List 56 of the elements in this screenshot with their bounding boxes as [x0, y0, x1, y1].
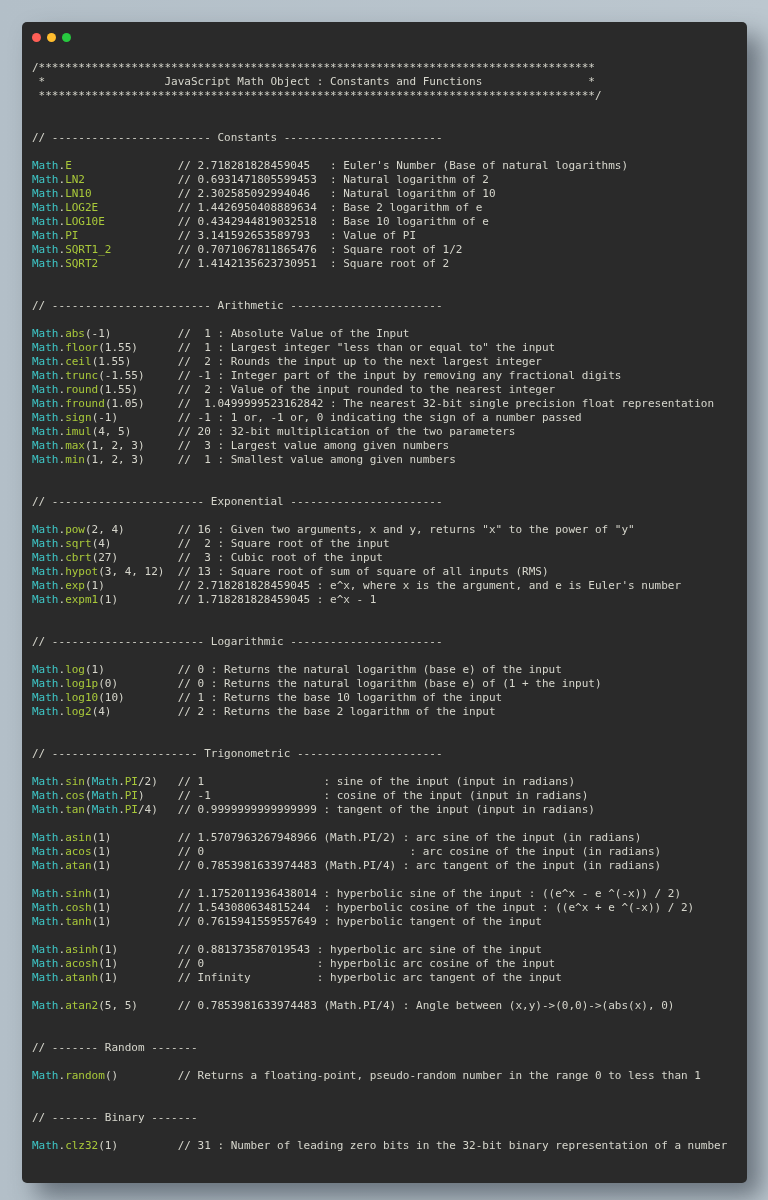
- code-line: Math.log(1) // 0 : Returns the natural logarithm (base e) of the input: [32, 663, 563, 677]
- section-heading: // ------------------------ Arithmetic -----------------------: [32, 299, 444, 313]
- code-line: Math.LOG2E // 1.4426950408889634 : Base 2 logarithm of e: [32, 201, 484, 215]
- code-line: Math.sqrt(4) // 2 : Square root of the input: [32, 537, 391, 551]
- minimize-button[interactable]: [47, 33, 56, 42]
- code-line: Math.atan2(5, 5) // 0.7853981633974483 (Math.PI/4) : Angle between (x,y)->(0,0)->(abs(x), 0): [32, 999, 676, 1013]
- code-line: Math.trunc(-1.55) // -1 : Integer part of the input by removing any fractional digits: [32, 369, 623, 383]
- comment-line: /************************************************************************************: [32, 61, 596, 75]
- code-line: Math.random() // Returns a floating-point, pseudo-random number in the range 0 to less than 1: [32, 1069, 702, 1083]
- code-line: Math.cbrt(27) // 3 : Cubic root of the input: [32, 551, 384, 565]
- section-heading: // ------------------------ Constants ------------------------: [32, 131, 444, 145]
- section-heading: // ---------------------- Trigonometric ----------------------: [32, 747, 444, 761]
- code-line: Math.fround(1.05) // 1.0499999523162842 : The nearest 32-bit single precision float representation: [32, 397, 716, 411]
- code-line: Math.asin(1) // 1.5707963267948966 (Math.PI/2) : arc sine of the input (in radians): [32, 831, 643, 845]
- code-line: Math.log1p(0) // 0 : Returns the natural logarithm (base e) of (1 + the input): [32, 677, 603, 691]
- section-heading: // ------- Binary -------: [32, 1111, 199, 1125]
- code-line: Math.round(1.55) // 2 : Value of the input rounded to the nearest integer: [32, 383, 557, 397]
- code-line: Math.ceil(1.55) // 2 : Rounds the input up to the next largest integer: [32, 355, 543, 369]
- code-line: Math.log2(4) // 2 : Returns the base 2 logarithm of the input: [32, 705, 497, 719]
- code-line: Math.asinh(1) // 0.881373587019543 : hyperbolic arc sine of the input: [32, 943, 543, 957]
- code-line: Math.pow(2, 4) // 16 : Given two arguments, x and y, returns "x" to the power of "y": [32, 523, 636, 537]
- code-line: Math.PI // 3.141592653589793 : Value of PI: [32, 229, 418, 243]
- code-line: Math.atan(1) // 0.7853981633974483 (Math.PI/4) : arc tangent of the input (in radians): [32, 859, 663, 873]
- code-line: Math.atanh(1) // Infinity : hyperbolic arc tangent of the input: [32, 971, 563, 985]
- comment-line: ************************************************************************************/: [37, 89, 603, 103]
- comment-line: * JavaScript Math Object : Constants and Functions *: [37, 75, 596, 89]
- code-line: Math.LN10 // 2.302585092994046 : Natural logarithm of 10: [32, 187, 497, 201]
- code-line: Math.sinh(1) // 1.1752011936438014 : hyperbolic sine of the input : ((e^x - e ^(-x)) / 2): [32, 887, 682, 901]
- code-line: Math.cos(Math.PI) // -1 : cosine of the input (input in radians): [32, 789, 590, 803]
- code-line: Math.sign(-1) // -1 : 1 or, -1 or, 0 indicating the sign of a number passed: [32, 411, 583, 425]
- code-line: Math.log10(10) // 1 : Returns the base 10 logarithm of the input: [32, 691, 504, 705]
- code-line: Math.LOG10E // 0.4342944819032518 : Base 10 logarithm of e: [32, 215, 490, 229]
- code-line: Math.hypot(3, 4, 12) // 13 : Square root of sum of square of all inputs (RMS): [32, 565, 550, 579]
- section-heading: // ----------------------- Logarithmic -----------------------: [32, 635, 444, 649]
- code-line: Math.exp(1) // 2.718281828459045 : e^x, where x is the argument, and e is Euler's number: [32, 579, 682, 593]
- code-line: Math.cosh(1) // 1.543080634815244 : hyperbolic cosine of the input : ((e^x + e ^(-x)) / 2): [32, 901, 696, 915]
- code-line: Math.E // 2.718281828459045 : Euler's Number (Base of natural logarithms): [32, 159, 630, 173]
- code-line: Math.tanh(1) // 0.7615941559557649 : hyperbolic tangent of the input: [32, 915, 543, 929]
- code-line: Math.floor(1.55) // 1 : Largest integer "less than or equal to" the input: [32, 341, 557, 355]
- code-line: Math.LN2 // 0.6931471805599453 : Natural logarithm of 2: [32, 173, 490, 187]
- code-line: Math.imul(4, 5) // 20 : 32-bit multiplication of the two parameters: [32, 425, 517, 439]
- code-line: Math.acosh(1) // 0 : hyperbolic arc cosine of the input: [32, 957, 557, 971]
- section-heading: // ----------------------- Exponential -----------------------: [32, 495, 444, 509]
- code-line: Math.min(1, 2, 3) // 1 : Smallest value among given numbers: [32, 453, 457, 467]
- close-button[interactable]: [32, 33, 41, 42]
- code-line: Math.abs(-1) // 1 : Absolute Value of the Input: [32, 327, 411, 341]
- code-line: Math.expm1(1) // 1.718281828459045 : e^x - 1: [32, 593, 378, 607]
- code-line: Math.sin(Math.PI/2) // 1 : sine of the input (input in radians): [32, 775, 577, 789]
- code-line: Math.clz32(1) // 31 : Number of leading zero bits in the 32-bit binary representation of a number: [32, 1139, 729, 1153]
- code-line: Math.max(1, 2, 3) // 3 : Largest value among given numbers: [32, 439, 451, 453]
- code-line: Math.tan(Math.PI/4) // 0.9999999999999999 : tangent of the input (input in radians): [32, 803, 596, 817]
- section-heading: // ------- Random -------: [32, 1041, 199, 1055]
- code-line: Math.acos(1) // 0 : arc cosine of the input (in radians): [32, 845, 663, 859]
- maximize-button[interactable]: [62, 33, 71, 42]
- code-line: Math.SQRT2 // 1.4142135623730951 : Square root of 2: [32, 257, 451, 271]
- code-line: Math.SQRT1_2 // 0.7071067811865476 : Square root of 1/2: [32, 243, 464, 257]
